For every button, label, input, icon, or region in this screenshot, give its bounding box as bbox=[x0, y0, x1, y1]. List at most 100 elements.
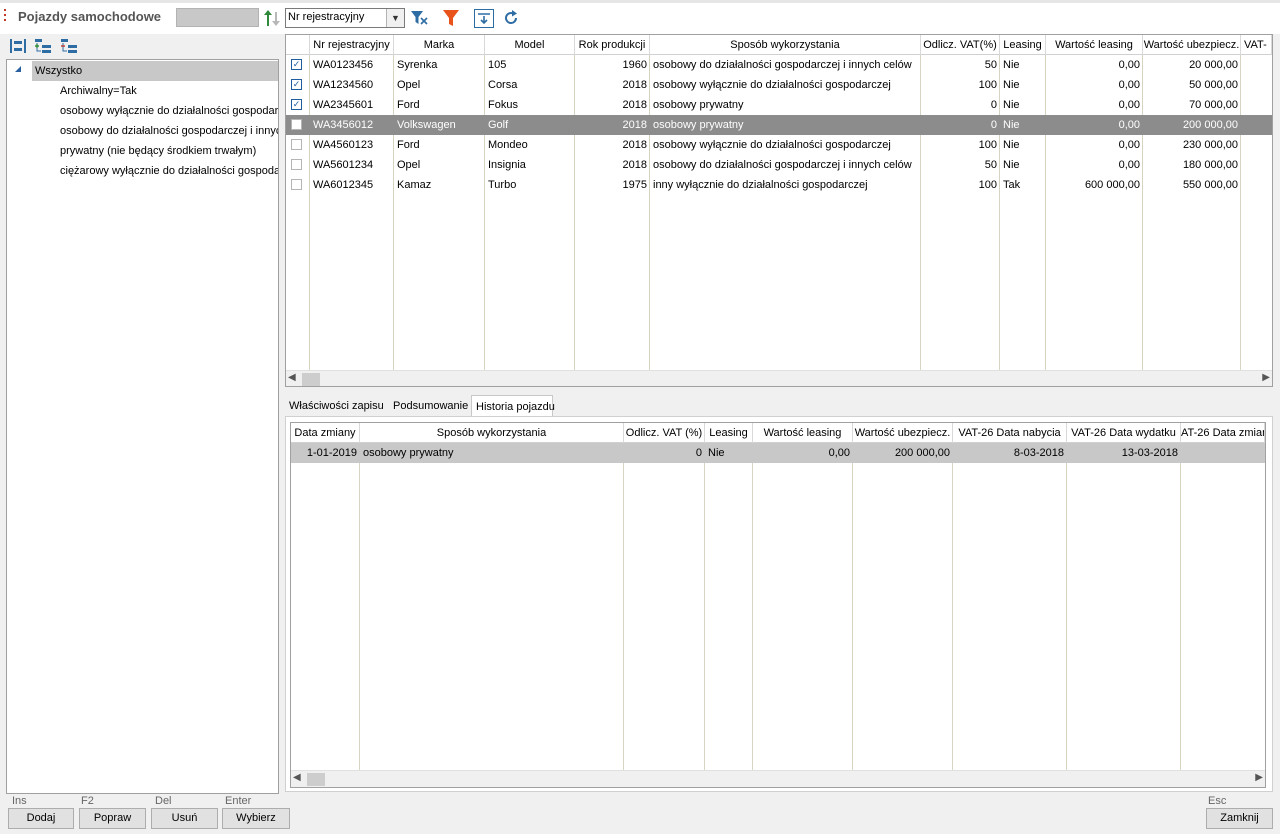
column-header[interactable]: Wartość ubezpiecz. bbox=[1143, 35, 1241, 55]
column-header[interactable]: Odlicz. VAT (%) bbox=[624, 423, 705, 443]
table-cell-wleasing: 0,00 bbox=[828, 447, 850, 459]
column-header[interactable]: Sposób wykorzystania bbox=[650, 35, 921, 55]
chevron-down-icon[interactable]: ▼ bbox=[386, 9, 404, 27]
refresh-icon[interactable] bbox=[502, 9, 520, 27]
table-cell-rok: 1975 bbox=[622, 179, 647, 191]
table-cell-sposob: inny wyłącznie do działalności gospodarc… bbox=[653, 179, 868, 191]
tab-summary[interactable]: Podsumowanie bbox=[389, 395, 471, 417]
export-icon[interactable] bbox=[474, 9, 494, 28]
column-header[interactable]: Leasing bbox=[705, 423, 753, 443]
scroll-left-icon[interactable]: ◀ bbox=[288, 372, 300, 383]
vehicles-grid[interactable]: Nr rejestracyjny Marka Model Rok produkc… bbox=[285, 34, 1273, 387]
row-checkbox[interactable]: ✓ bbox=[291, 79, 302, 90]
filter-icon[interactable] bbox=[441, 8, 461, 28]
row-checkbox[interactable]: ✓ bbox=[291, 59, 302, 70]
table-cell-rok: 2018 bbox=[622, 159, 647, 171]
scroll-right-icon[interactable]: ▶ bbox=[1258, 372, 1270, 383]
table-row[interactable]: ✓ WA1234560 Opel Corsa 2018 osobowy wyłącznie… bbox=[286, 75, 1272, 95]
table-row[interactable]: WA4560123 Ford Mondeo 2018 osobowy wyłącznie… bbox=[286, 135, 1272, 155]
scroll-thumb[interactable] bbox=[307, 773, 325, 786]
table-row[interactable]: WA5601234 Opel Insignia 2018 osobowy do dzia… bbox=[286, 155, 1272, 175]
table-cell-vat: 100 bbox=[978, 139, 997, 151]
horizontal-scrollbar[interactable]: ◀ ▶ bbox=[291, 770, 1265, 787]
row-checkbox[interactable] bbox=[291, 179, 302, 190]
column-header[interactable]: Marka bbox=[394, 35, 485, 55]
table-cell-vat: 100 bbox=[978, 179, 997, 191]
table-row[interactable]: 1-01-2019 osobowy prywatny 0 Nie 0,00 200 000… bbox=[291, 443, 1265, 463]
table-cell-wleasing: 0,00 bbox=[1118, 119, 1140, 131]
table-cell-leasing: Nie bbox=[1003, 139, 1020, 151]
column-header[interactable]: Rok produkcji bbox=[575, 35, 650, 55]
table-cell-nr: WA6012345 bbox=[313, 179, 374, 191]
table-cell-marka: Opel bbox=[397, 79, 421, 91]
table-cell-sposob: osobowy wyłącznie do działalności gospod… bbox=[653, 79, 891, 91]
table-cell-leasing: Nie bbox=[1003, 79, 1020, 91]
tree-item[interactable]: osobowy do działalności gospodarczej i i… bbox=[60, 121, 278, 141]
edit-button[interactable]: Popraw bbox=[79, 808, 146, 829]
row-checkbox[interactable] bbox=[291, 159, 302, 170]
column-header[interactable]: Wartość leasing bbox=[753, 423, 853, 443]
add-button[interactable]: Dodaj bbox=[8, 808, 74, 829]
collapse-all-icon[interactable] bbox=[9, 37, 27, 55]
sort-ascending-icon[interactable] bbox=[263, 8, 281, 28]
row-checkbox[interactable] bbox=[291, 139, 302, 150]
history-grid[interactable]: Data zmiany Sposób wykorzystania Odlicz.… bbox=[290, 422, 1266, 788]
collapse-tree-icon[interactable] bbox=[60, 37, 78, 55]
table-cell-wleasing: 0,00 bbox=[1118, 59, 1140, 71]
sort-field-select[interactable]: Nr rejestracyjny ▼ bbox=[285, 8, 405, 28]
row-checkbox[interactable]: ✓ bbox=[291, 99, 302, 110]
tree-item[interactable]: Archiwalny=Tak bbox=[60, 81, 137, 101]
table-row[interactable]: WA3456012 Volkswagen Golf 2018 osobowy prywa… bbox=[286, 115, 1272, 135]
close-button[interactable]: Zamknij bbox=[1206, 808, 1273, 829]
category-tree[interactable]: Wszystko Archiwalny=Tak osobowy wyłączni… bbox=[6, 59, 279, 794]
scroll-left-icon[interactable]: ◀ bbox=[293, 772, 305, 783]
column-header[interactable]: Wartość ubezpiecz. bbox=[853, 423, 953, 443]
table-cell-nr: WA2345601 bbox=[313, 99, 374, 111]
key-hint-delete: Del bbox=[155, 795, 172, 807]
column-header[interactable]: VAT-26 Data wydatku bbox=[1067, 423, 1181, 443]
column-header[interactable]: VAT- bbox=[1241, 35, 1272, 55]
column-header[interactable]: VAT-26 Data nabycia bbox=[953, 423, 1067, 443]
table-cell-leasing: Tak bbox=[1003, 179, 1021, 191]
select-button[interactable]: Wybierz bbox=[222, 808, 290, 829]
column-header[interactable]: Model bbox=[485, 35, 575, 55]
horizontal-scrollbar[interactable]: ◀ ▶ bbox=[286, 370, 1272, 386]
table-cell-marka: Opel bbox=[397, 159, 421, 171]
row-checkbox[interactable] bbox=[291, 119, 302, 130]
table-cell-data: 1-01-2019 bbox=[306, 447, 357, 459]
table-cell-sposob: osobowy prywatny bbox=[653, 99, 744, 111]
column-header[interactable]: Sposób wykorzystania bbox=[360, 423, 624, 443]
column-header[interactable]: AT-26 Data zmian bbox=[1181, 423, 1265, 443]
tree-expand-icon[interactable] bbox=[15, 66, 21, 72]
table-row[interactable]: ✓ WA2345601 Ford Fokus 2018 osobowy prywatny 0… bbox=[286, 95, 1272, 115]
column-header[interactable]: Odlicz. VAT(%) bbox=[921, 35, 1000, 55]
column-header[interactable]: Nr rejestracyjny bbox=[310, 35, 394, 55]
table-cell-nr: WA5601234 bbox=[313, 159, 374, 171]
table-cell-rok: 1960 bbox=[622, 59, 647, 71]
delete-button[interactable]: Usuń bbox=[151, 808, 218, 829]
table-cell-wleasing: 0,00 bbox=[1118, 99, 1140, 111]
table-cell-leasing: Nie bbox=[1003, 159, 1020, 171]
column-header[interactable]: Data zmiany bbox=[291, 423, 360, 443]
table-cell-rok: 2018 bbox=[622, 79, 647, 91]
search-input[interactable] bbox=[176, 8, 259, 27]
table-row[interactable]: ✓ WA0123456 Syrenka 105 1960 osobowy do dział… bbox=[286, 55, 1272, 75]
scroll-right-icon[interactable]: ▶ bbox=[1251, 772, 1263, 783]
tab-vehicle-history[interactable]: Historia pojazdu bbox=[471, 395, 555, 417]
tree-item[interactable]: osobowy wyłącznie do działalności gospod… bbox=[60, 101, 278, 121]
scroll-thumb[interactable] bbox=[302, 373, 320, 386]
tree-item[interactable]: ciężarowy wyłącznie do działalności gosp… bbox=[60, 161, 278, 181]
expand-tree-icon[interactable] bbox=[34, 37, 52, 55]
column-header[interactable]: Leasing bbox=[1000, 35, 1046, 55]
column-header[interactable]: Wartość leasing bbox=[1046, 35, 1143, 55]
table-cell-wleasing: 0,00 bbox=[1118, 139, 1140, 151]
tree-item-root[interactable]: Wszystko bbox=[32, 61, 278, 81]
column-header-check[interactable] bbox=[286, 35, 310, 55]
tab-record-properties[interactable]: Właściwości zapisu bbox=[285, 395, 389, 417]
grid-header: Nr rejestracyjny Marka Model Rok produkc… bbox=[286, 35, 1272, 55]
grip-icon bbox=[4, 9, 7, 25]
table-cell-marka: Ford bbox=[397, 99, 420, 111]
table-row[interactable]: WA6012345 Kamaz Turbo 1975 inny wyłącznie do… bbox=[286, 175, 1272, 195]
clear-filter-icon[interactable] bbox=[410, 9, 428, 27]
tree-item[interactable]: prywatny (nie będący środkiem trwałym) bbox=[60, 141, 256, 161]
